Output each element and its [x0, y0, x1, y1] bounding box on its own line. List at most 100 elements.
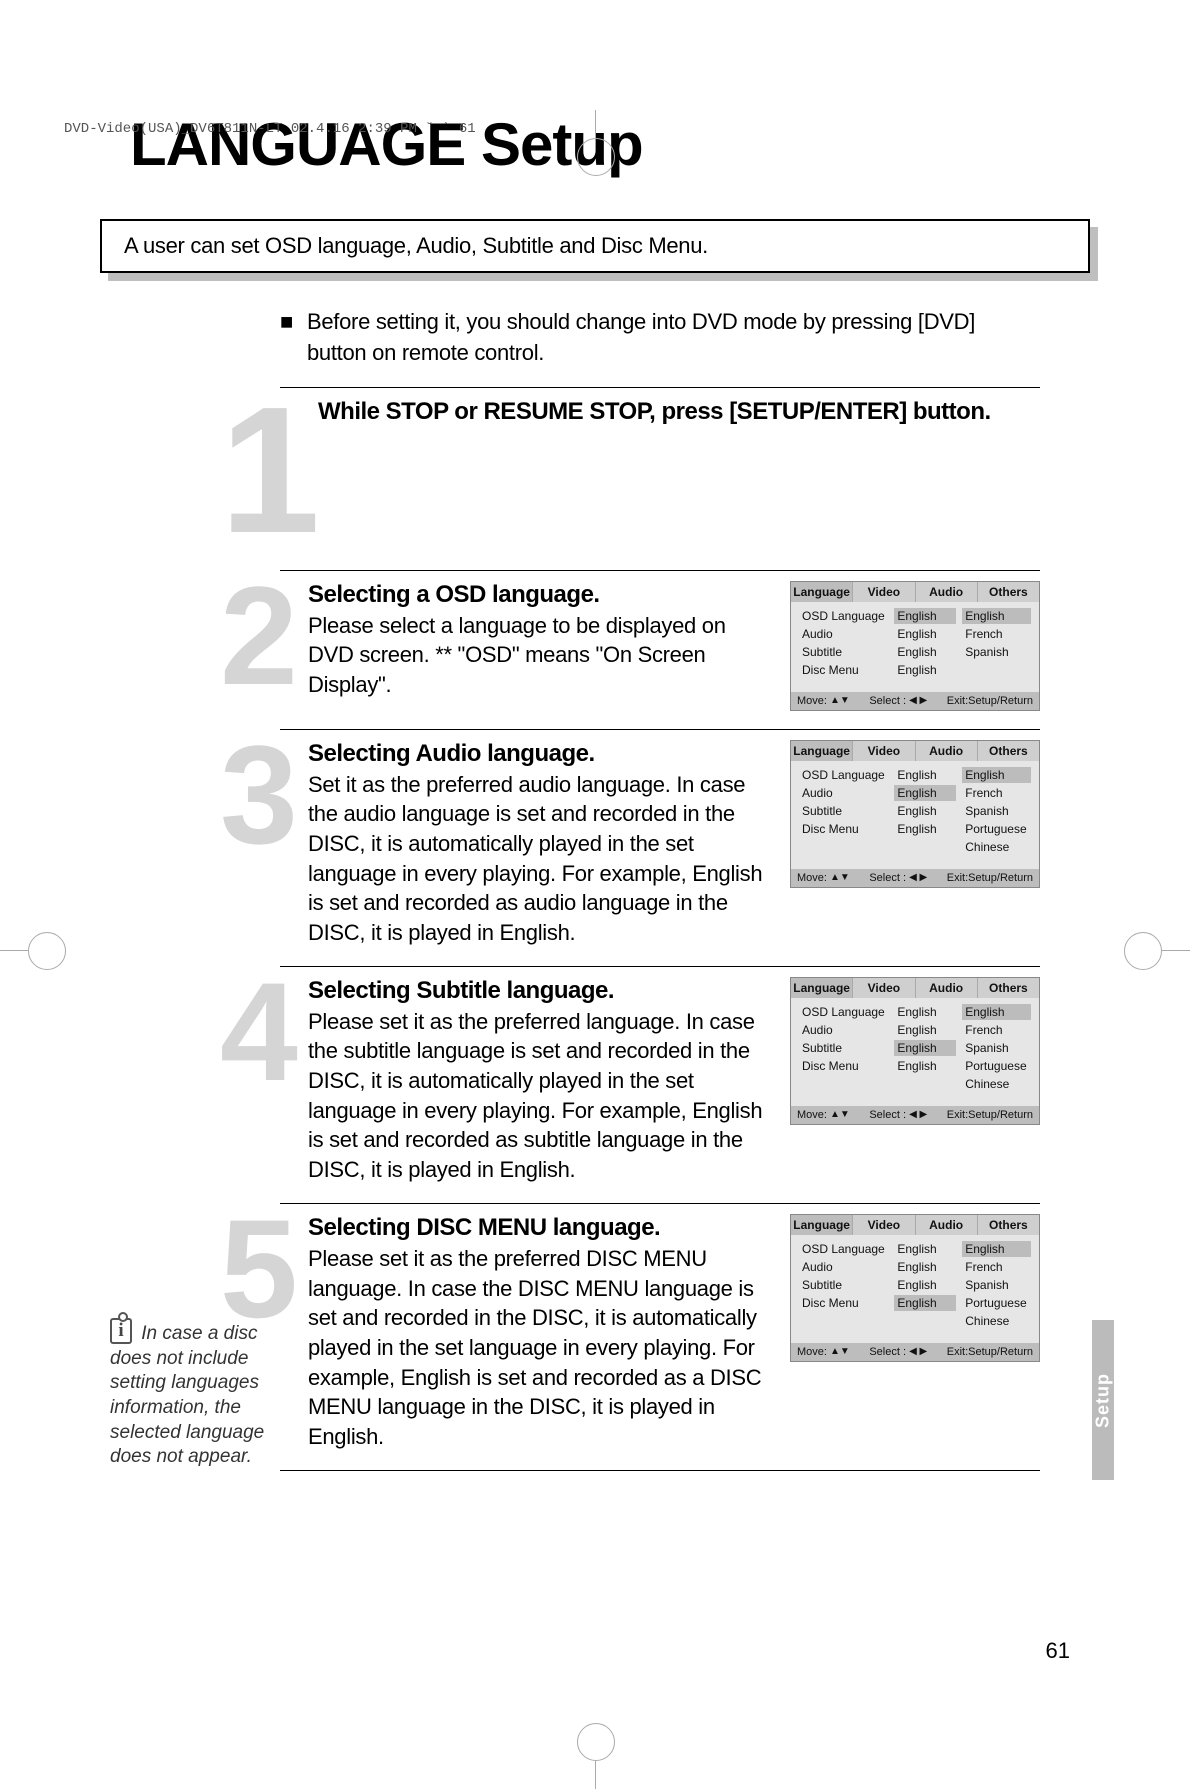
osd-foot-select: Select : ◀ ▶ [869, 695, 927, 707]
osd-tab-others[interactable]: Others [978, 582, 1039, 602]
step-subheading: Selecting Subtitle language. [308, 977, 770, 1005]
step-text: Please select a language to be displayed… [308, 611, 770, 700]
osd-tab-audio[interactable]: Audio [916, 1215, 978, 1235]
osd-option[interactable]: French [962, 1022, 1031, 1038]
crop-mark-bottom [595, 1761, 596, 1789]
osd-option[interactable]: Spanish [962, 803, 1031, 819]
osd-row-value[interactable]: English [894, 644, 956, 660]
info-icon: i [110, 1318, 132, 1344]
osd-tab-video[interactable]: Video [853, 978, 915, 998]
osd-option[interactable]: English [962, 1004, 1031, 1020]
pre-note: ■ Before setting it, you should change i… [280, 307, 1040, 369]
osd-row-value[interactable]: English [894, 608, 956, 624]
step-1: 1While STOP or RESUME STOP, press [SETUP… [280, 398, 1040, 552]
osd-tab-language[interactable]: Language [791, 1215, 853, 1235]
osd-foot-exit: Exit:Setup/Return [947, 695, 1033, 707]
osd-foot-move: Move: ▲▼ [797, 695, 850, 707]
step-number-3: 3 [220, 732, 280, 948]
osd-row-label: Subtitle [799, 1277, 888, 1293]
osd-row-value[interactable]: English [894, 803, 956, 819]
divider [280, 387, 1040, 388]
osd-option[interactable]: Portuguese [962, 821, 1031, 837]
osd-row-value[interactable]: English [894, 626, 956, 642]
osd-foot-select: Select : ◀ ▶ [869, 872, 927, 884]
osd-row-value[interactable]: English [894, 767, 956, 783]
osd-row-value[interactable]: English [894, 662, 956, 678]
step-subheading: Selecting DISC MENU language. [308, 1214, 770, 1242]
osd-tab-others[interactable]: Others [978, 1215, 1039, 1235]
osd-tab-audio[interactable]: Audio [916, 741, 978, 761]
divider [280, 966, 1040, 967]
osd-row-label: Disc Menu [799, 662, 888, 678]
osd-menu-3: LanguageVideoAudioOthersOSD LanguageAudi… [790, 740, 1040, 888]
osd-tab-others[interactable]: Others [978, 741, 1039, 761]
osd-foot-move: Move: ▲▼ [797, 1109, 850, 1121]
osd-option[interactable]: English [962, 608, 1031, 624]
osd-option[interactable]: Spanish [962, 1277, 1031, 1293]
osd-row-value[interactable]: English [894, 1295, 956, 1311]
title-sub: Setup [481, 111, 643, 178]
osd-tab-video[interactable]: Video [853, 1215, 915, 1235]
osd-row-value[interactable]: English [894, 1277, 956, 1293]
square-bullet-icon: ■ [280, 307, 293, 369]
osd-menu-4: LanguageVideoAudioOthersOSD LanguageAudi… [790, 977, 1040, 1125]
divider [280, 1470, 1040, 1471]
osd-row-value[interactable]: English [894, 1259, 956, 1275]
osd-tab-others[interactable]: Others [978, 978, 1039, 998]
step-number-4: 4 [220, 969, 280, 1185]
crop-mark-left [0, 950, 28, 951]
osd-option[interactable]: English [962, 767, 1031, 783]
osd-row-label: Disc Menu [799, 1295, 888, 1311]
osd-option[interactable]: Spanish [962, 644, 1031, 660]
osd-row-value[interactable]: English [894, 1040, 956, 1056]
osd-row-label: Subtitle [799, 644, 888, 660]
divider [280, 729, 1040, 730]
osd-option[interactable]: Spanish [962, 1040, 1031, 1056]
osd-tabs: LanguageVideoAudioOthers [791, 741, 1039, 761]
step-2: 2Selecting a OSD language.Please select … [280, 581, 1040, 711]
osd-option[interactable]: Portuguese [962, 1058, 1031, 1074]
osd-row-value[interactable]: English [894, 1022, 956, 1038]
osd-foot-move: Move: ▲▼ [797, 872, 850, 884]
osd-foot-exit: Exit:Setup/Return [947, 1109, 1033, 1121]
osd-tab-language[interactable]: Language [791, 978, 853, 998]
osd-row-value[interactable]: English [894, 1241, 956, 1257]
osd-option[interactable]: Chinese [962, 1076, 1031, 1092]
osd-option[interactable]: English [962, 1241, 1031, 1257]
osd-tab-language[interactable]: Language [791, 741, 853, 761]
step-5: 5Selecting DISC MENU language.Please set… [280, 1214, 1040, 1452]
osd-option[interactable]: French [962, 785, 1031, 801]
osd-tab-language[interactable]: Language [791, 582, 853, 602]
osd-option[interactable]: Chinese [962, 839, 1031, 855]
osd-menu-2: LanguageVideoAudioOthersOSD LanguageAudi… [790, 581, 1040, 711]
osd-row-label: Subtitle [799, 1040, 888, 1056]
step-4: 4Selecting Subtitle language.Please set … [280, 977, 1040, 1185]
osd-row-value[interactable]: English [894, 1004, 956, 1020]
osd-row-label: Audio [799, 1259, 888, 1275]
step-text: Please set it as the preferred language.… [308, 1007, 770, 1185]
osd-row-label: Disc Menu [799, 1058, 888, 1074]
osd-tab-audio[interactable]: Audio [916, 978, 978, 998]
crop-mark-right [1162, 950, 1190, 951]
divider [280, 570, 1040, 571]
osd-tabs: LanguageVideoAudioOthers [791, 1215, 1039, 1235]
osd-row-value[interactable]: English [894, 1058, 956, 1074]
osd-option[interactable]: Chinese [962, 1313, 1031, 1329]
osd-option[interactable]: Portuguese [962, 1295, 1031, 1311]
divider [280, 1203, 1040, 1204]
step-number-1: 1 [220, 390, 290, 552]
crop-mark-top [595, 110, 596, 138]
osd-footer: Move: ▲▼Select : ◀ ▶Exit:Setup/Return [791, 1343, 1039, 1361]
osd-tab-audio[interactable]: Audio [916, 582, 978, 602]
osd-row-value[interactable]: English [894, 821, 956, 837]
osd-row-value[interactable]: English [894, 785, 956, 801]
osd-footer: Move: ▲▼ Select : ◀ ▶ Exit:Setup/Return [791, 869, 1039, 887]
osd-tab-video[interactable]: Video [853, 741, 915, 761]
osd-tab-video[interactable]: Video [853, 582, 915, 602]
osd-option[interactable]: French [962, 1259, 1031, 1275]
side-note-text: In case a disc does not include setting … [110, 1323, 264, 1467]
osd-option[interactable]: French [962, 626, 1031, 642]
intro-box: A user can set OSD language, Audio, Subt… [100, 219, 1090, 273]
osd-foot-move: Move: ▲▼ [797, 1346, 850, 1358]
osd-foot-exit: Exit:Setup/Return [947, 872, 1033, 884]
